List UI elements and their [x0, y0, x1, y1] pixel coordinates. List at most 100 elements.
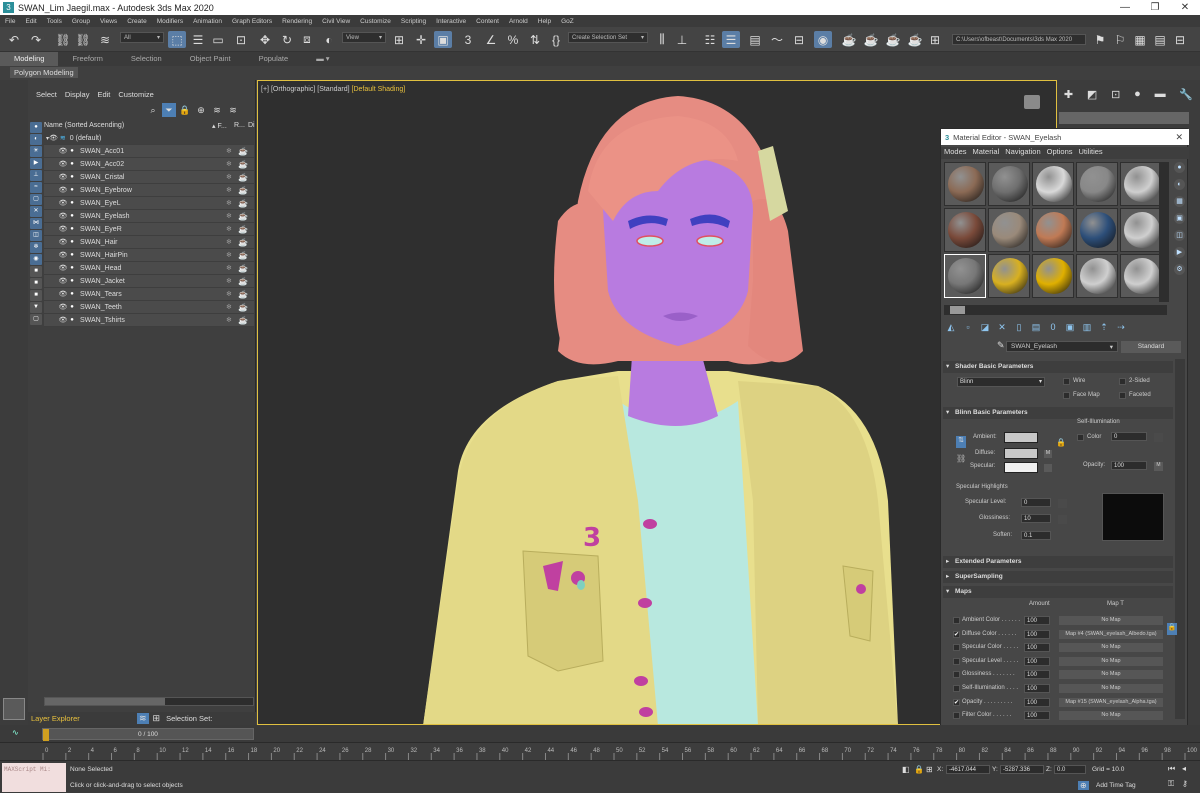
project-folder-path[interactable]: C:\Users\ofbeast\Documents\3ds Max 2020 — [952, 34, 1086, 45]
isolate-selection-icon[interactable]: ◧ — [902, 765, 910, 774]
eye-icon[interactable]: 👁 — [58, 173, 68, 181]
renderable-teapot-icon[interactable]: ☕ — [238, 160, 254, 169]
reset-map-icon[interactable]: ✕ — [995, 322, 1009, 336]
face-map-checkbox[interactable] — [1063, 392, 1070, 399]
menu-civil-view[interactable]: Civil View — [317, 18, 355, 25]
list-item[interactable]: 👁 ● SWAN_HairPin ❄ ☕ — [44, 249, 254, 262]
renderable-teapot-icon[interactable]: ☕ — [238, 290, 254, 299]
menu-views[interactable]: Views — [95, 18, 122, 25]
link-icon[interactable]: ⛓ — [956, 454, 966, 463]
show-end-result-icon[interactable]: ▥ — [1080, 322, 1094, 336]
self-illum-color-checkbox[interactable] — [1077, 434, 1084, 441]
z-coordinate-field[interactable]: 0.0 — [1054, 765, 1086, 774]
self-illum-map-button[interactable] — [1154, 433, 1163, 442]
list-item[interactable]: 👁 ● SWAN_Head ❄ ☕ — [44, 262, 254, 275]
tab-freeform[interactable]: Freeform — [58, 52, 116, 66]
search-icon[interactable]: ⌕ — [146, 103, 160, 117]
list-item[interactable]: 👁 ● SWAN_EyeR ❄ ☕ — [44, 223, 254, 236]
menu-animation[interactable]: Animation — [188, 18, 227, 25]
eye-icon[interactable]: 👁 — [58, 238, 68, 246]
select-manipulate-icon[interactable]: ✛ — [412, 31, 430, 48]
glossiness-value[interactable]: 10 — [1021, 514, 1051, 523]
mat-menu-options[interactable]: Options — [1044, 147, 1076, 159]
list-item[interactable]: 👁 ● SWAN_Tshirts ❄ ☕ — [44, 314, 254, 327]
material-slot[interactable] — [1032, 162, 1074, 206]
eye-icon[interactable]: 👁 — [58, 251, 68, 259]
maxscript-listener[interactable]: MAXScript Mi: — [2, 763, 66, 792]
ribbon-options-icon[interactable]: ▬ ▾ — [302, 52, 343, 66]
material-slot[interactable] — [1120, 254, 1162, 298]
move-icon[interactable]: ✥ — [256, 31, 274, 48]
menu-arnold[interactable]: Arnold — [504, 18, 533, 25]
cameras-filter-icon[interactable]: ▶ — [30, 158, 42, 169]
spacewarps-filter-icon[interactable]: ≈ — [30, 182, 42, 193]
shader-dropdown[interactable]: Blinn ▾ — [957, 377, 1045, 387]
groups-filter-icon[interactable]: ▢ — [30, 194, 42, 205]
eye-icon[interactable]: 👁 — [58, 160, 68, 168]
scene-horizontal-scrollbar[interactable] — [44, 697, 254, 706]
select-by-name-icon[interactable]: ☰ — [190, 31, 206, 48]
scene-menu-select[interactable]: Select — [32, 90, 61, 102]
list-item[interactable]: 👁 ● SWAN_Acc01 ❄ ☕ — [44, 145, 254, 158]
map-button[interactable]: Map #4 (SWAN_eyelash_Albedo.tga) — [1059, 629, 1163, 639]
transform-mode-icon[interactable]: ⊞ — [926, 765, 933, 774]
freeze-icon[interactable]: ❄ — [226, 290, 238, 298]
shader-basic-rollout[interactable]: Shader Basic Parameters — [943, 361, 1173, 373]
save-icon[interactable]: ▤ — [1152, 31, 1168, 48]
create-tab-icon[interactable]: ✚ — [1064, 88, 1073, 104]
lights-filter-icon[interactable]: ☀ — [30, 146, 42, 157]
map-enable-checkbox[interactable] — [953, 685, 960, 692]
render-setup-icon[interactable]: ☕ — [840, 31, 858, 48]
bones-filter-icon[interactable]: ⋈ — [30, 218, 42, 229]
column-freeze[interactable]: ▴ F... — [212, 122, 234, 130]
sample-uv-tiling-icon[interactable]: ▣ — [1174, 213, 1185, 224]
material-slot[interactable] — [1032, 208, 1074, 252]
toggle-layer-explorer-icon[interactable]: ☰ — [722, 31, 740, 48]
list-item[interactable]: 👁 ● SWAN_Eyelash ❄ ☕ — [44, 210, 254, 223]
diffuse-map-button[interactable]: M — [1044, 450, 1052, 458]
blinn-basic-rollout[interactable]: Blinn Basic Parameters — [943, 407, 1173, 419]
menu-rendering[interactable]: Rendering — [277, 18, 317, 25]
map-amount-field[interactable]: 100 — [1024, 656, 1050, 666]
helpers-filter-icon[interactable]: ⊥ — [30, 170, 42, 181]
renderable-teapot-icon[interactable]: ☕ — [238, 173, 254, 182]
material-slot[interactable] — [1076, 162, 1118, 206]
maximize-button[interactable]: ❐ — [1140, 0, 1170, 15]
menu-modifiers[interactable]: Modifiers — [152, 18, 188, 25]
auto-key-icon[interactable]: ⚿ — [1168, 779, 1174, 789]
freeze-icon[interactable]: ❄ — [226, 147, 238, 155]
freeze-icon[interactable]: ❄ — [226, 212, 238, 220]
make-unique-icon[interactable]: ▯ — [1012, 322, 1026, 336]
menu-create[interactable]: Create — [122, 18, 152, 25]
material-type-button[interactable]: Standard — [1121, 341, 1181, 353]
map-amount-field[interactable]: 100 — [1024, 629, 1050, 639]
time-slider[interactable]: ∿ 0 / 100 — [0, 725, 1200, 742]
utilities-tab-icon[interactable]: 🔧 — [1179, 88, 1193, 104]
list-item-root-layer[interactable]: ▾ 👁 ≋ 0 (default) — [44, 132, 254, 145]
specular-level-map-button[interactable] — [1058, 499, 1067, 508]
map-button[interactable]: No Map — [1059, 670, 1163, 680]
menu-edit[interactable]: Edit — [20, 18, 41, 25]
faceted-checkbox[interactable] — [1119, 392, 1126, 399]
self-illum-value[interactable]: 0 — [1111, 432, 1147, 441]
curve-editor-icon[interactable]: 〜 — [768, 31, 786, 48]
menu-file[interactable]: File — [0, 18, 20, 25]
map-button[interactable]: No Map — [1059, 711, 1163, 721]
scale-icon[interactable]: ⧈ — [298, 31, 316, 48]
glossiness-map-button[interactable] — [1058, 515, 1067, 524]
pivot-center-icon[interactable]: ⊞ — [390, 31, 408, 48]
hierarchy-tab-icon[interactable]: ⊡ — [1111, 88, 1120, 104]
map-enable-checkbox[interactable] — [953, 671, 960, 679]
select-object-icon[interactable]: ⬚ — [168, 31, 186, 48]
placement-icon[interactable]: ◐ — [320, 31, 338, 48]
snaps-toggle-icon[interactable]: 3 — [458, 31, 478, 48]
put-to-scene-icon[interactable]: ▫ — [961, 322, 975, 336]
renderable-teapot-icon[interactable]: ☕ — [238, 264, 254, 273]
set-project-icon[interactable]: ⚐ — [1112, 31, 1128, 48]
menu-scripting[interactable]: Scripting — [396, 18, 431, 25]
display-tab-icon[interactable]: ▬ — [1155, 88, 1166, 104]
angle-snap-icon[interactable]: ∠ — [482, 31, 500, 48]
material-slot[interactable] — [944, 208, 986, 252]
renderable-teapot-icon[interactable]: ☕ — [238, 225, 254, 234]
frame-counter[interactable]: 0 / 100 — [42, 728, 254, 740]
